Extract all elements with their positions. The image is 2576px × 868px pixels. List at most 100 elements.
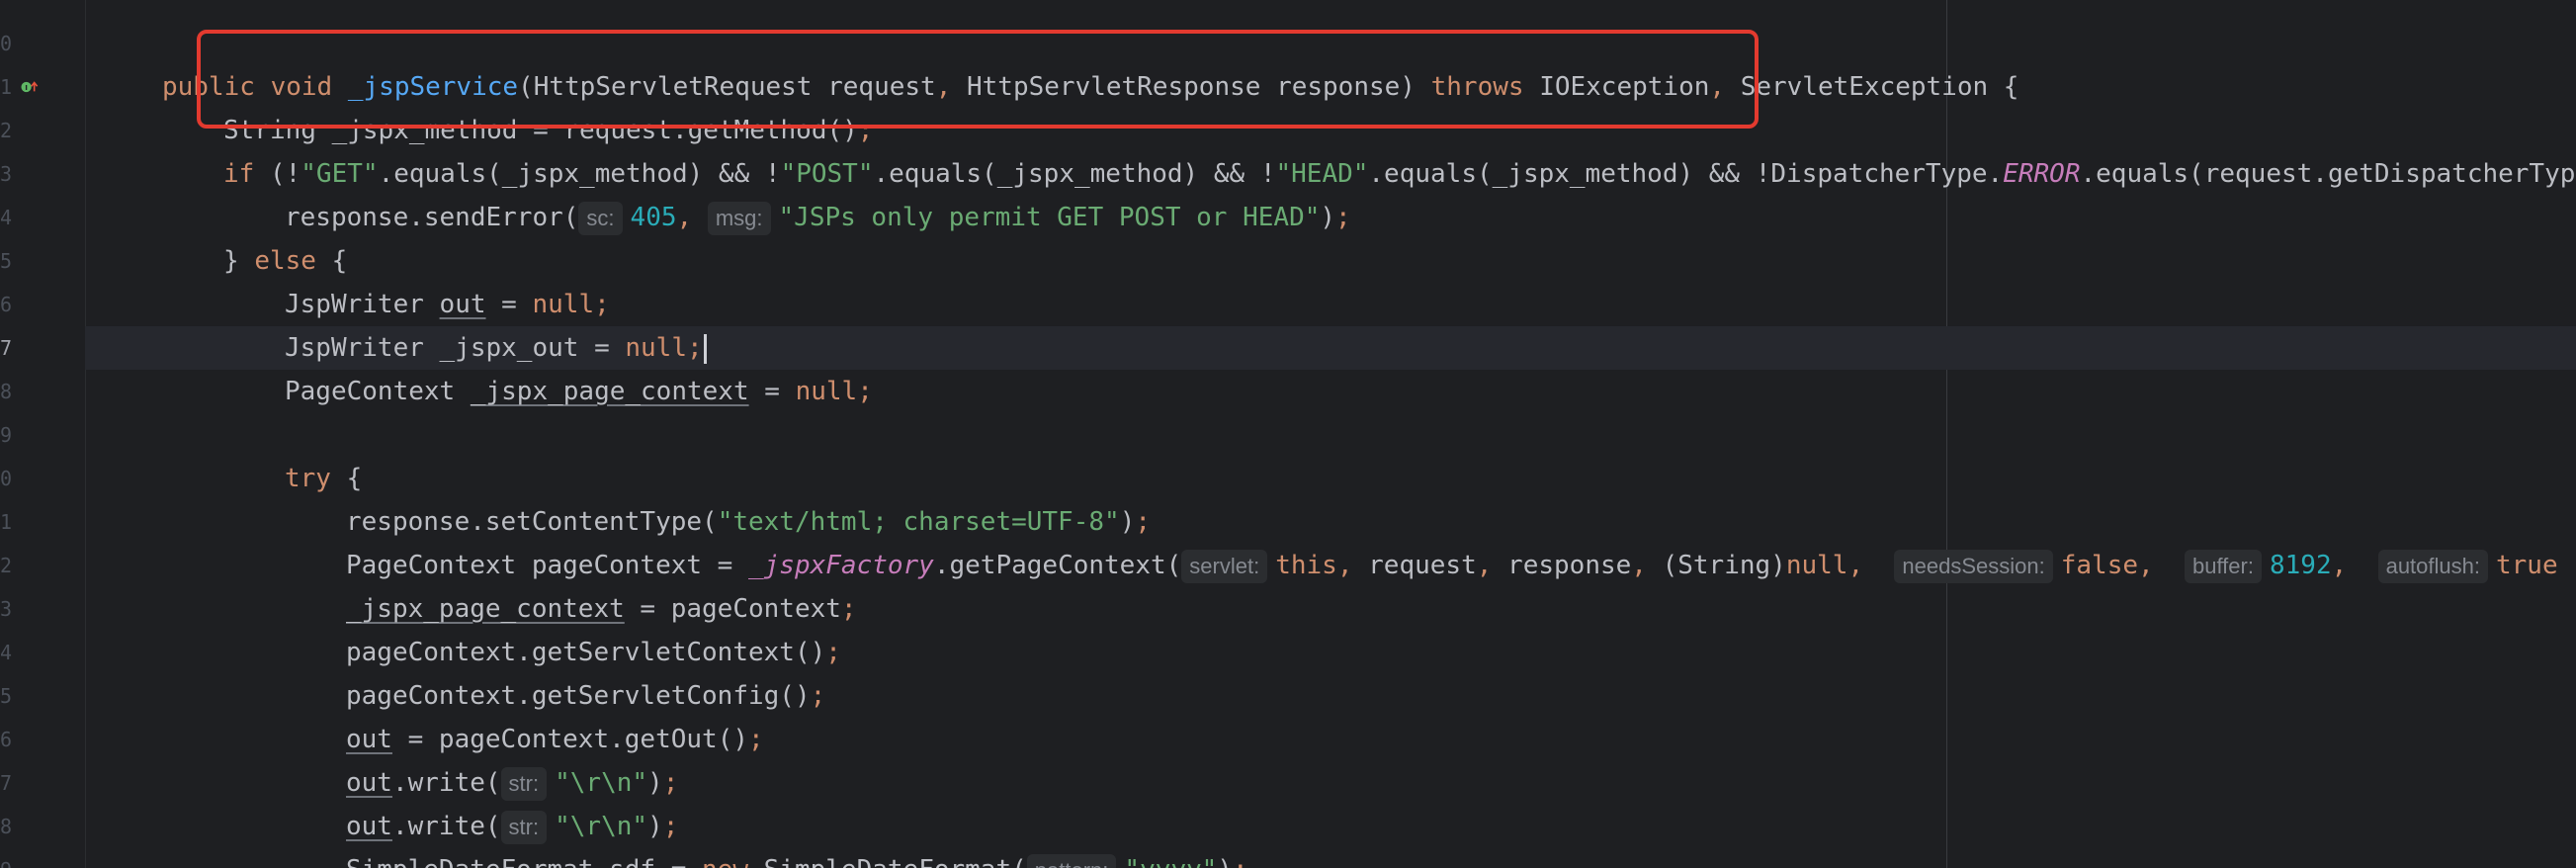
line-number: 8 <box>0 380 13 403</box>
code-token: pageContext.getServletContext() <box>346 638 826 667</box>
code-line[interactable]: 0 try { <box>0 457 2576 500</box>
code-token: .equals(_jspx_method) && !DispatcherType… <box>1368 159 2004 189</box>
line-number: 0 <box>0 32 13 55</box>
code-token: false <box>2060 551 2139 580</box>
code-line[interactable]: 5} else { <box>0 239 2576 283</box>
code-line[interactable]: 3 if (!"GET".equals(_jspx_method) && !"PO… <box>0 152 2576 196</box>
code-line[interactable]: 3 _jspx_page_context = pageContext; <box>0 587 2576 631</box>
code-line[interactable]: 4 response.sendError(sc: 405, msg: "JSPs on… <box>0 196 2576 239</box>
code-token: , <box>2138 551 2185 580</box>
line-number: 6 <box>0 728 13 751</box>
code-token: 405 <box>630 203 677 232</box>
parameter-hint: autoflush: <box>2377 550 2488 583</box>
code-token: .equals(_jspx_method) && ! <box>873 159 1276 189</box>
code-token: { <box>331 246 348 276</box>
code-token: response.sendError( <box>285 203 579 232</box>
line-number: 6 <box>0 293 13 316</box>
code-token: out <box>346 768 392 798</box>
line-number: 9 <box>0 423 13 447</box>
code-line[interactable]: 9 <box>0 413 2576 457</box>
line-number: 2 <box>0 554 13 577</box>
line-number: 1 <box>0 510 13 534</box>
code-token: , <box>2331 551 2378 580</box>
code-line[interactable]: 8 out.write(str: "\r\n"); <box>0 805 2576 848</box>
code-token: ) <box>1217 855 1233 868</box>
code-token: JspWriter _jspx_out = <box>285 333 626 363</box>
code-text: pageContext.getServletConfig(); <box>346 674 825 718</box>
line-number: 7 <box>0 336 13 360</box>
code-token: PageContext pageContext = <box>346 551 748 580</box>
code-line[interactable]: 5 pageContext.getServletConfig(); <box>0 674 2576 718</box>
code-text: PageContext pageContext = _jspxFactory.g… <box>346 544 2558 587</box>
code-token: { <box>346 464 363 493</box>
code-token: "\r\n" <box>555 812 648 841</box>
code-token: "GET" <box>301 159 379 189</box>
code-line[interactable]: 2 PageContext pageContext = _jspxFactory.… <box>0 544 2576 587</box>
svg-text:I: I <box>25 83 28 92</box>
code-line[interactable]: 7 JspWriter _jspx_out = null; <box>0 326 2576 370</box>
code-token: ; <box>662 812 679 841</box>
code-token: _jspxFactory <box>748 551 934 580</box>
code-line[interactable]: 4 pageContext.getServletContext(); <box>0 631 2576 674</box>
code-line[interactable]: 9 SimpleDateFormat sdf = new SimpleDateFo… <box>0 848 2576 868</box>
code-text: _jspx_page_context = pageContext; <box>346 587 857 631</box>
line-number: 4 <box>0 641 13 664</box>
code-token: , <box>1336 551 1369 580</box>
code-line[interactable]: 8 PageContext _jspx_page_context = null; <box>0 370 2576 413</box>
code-token: .equals(_jspx_method) && ! <box>378 159 781 189</box>
code-token: pageContext.getServletConfig() <box>346 681 811 711</box>
code-editor[interactable]: 0 1 Ipublic void _jspService(HttpServletRe… <box>0 0 2576 868</box>
code-token: = <box>485 290 533 319</box>
line-number: 4 <box>0 206 13 229</box>
code-token: PageContext <box>285 377 471 406</box>
code-token: else <box>254 246 332 276</box>
code-token: .equals(request.getDispatcherType <box>2080 159 2576 189</box>
code-text: out.write(str: "\r\n"); <box>346 761 678 805</box>
code-token: ; <box>1335 203 1351 232</box>
code-token: = <box>748 377 796 406</box>
line-number: 2 <box>0 119 13 142</box>
annotation-highlight-box <box>197 30 1759 129</box>
code-text: JspWriter out = null; <box>285 283 610 326</box>
code-line[interactable]: 6 out = pageContext.getOut(); <box>0 718 2576 761</box>
code-token: out <box>346 725 392 754</box>
code-token: = pageContext <box>624 594 841 624</box>
code-line[interactable]: 7 out.write(str: "\r\n"); <box>0 761 2576 805</box>
code-token: (! <box>269 159 301 189</box>
code-token: if <box>223 159 270 189</box>
code-token: (String) <box>1662 551 1786 580</box>
code-token: ; <box>810 681 826 711</box>
line-number: 9 <box>0 848 12 868</box>
code-token: _jspx_page_context <box>470 377 749 406</box>
code-token: , <box>1631 551 1663 580</box>
code-token: , <box>1847 551 1895 580</box>
code-token: .write( <box>391 768 501 798</box>
text-caret <box>703 333 707 364</box>
code-line[interactable]: 1 response.setContentType("text/html; cha… <box>0 500 2576 544</box>
code-token: ; <box>748 725 764 754</box>
code-token: } <box>223 246 255 276</box>
code-token: null; <box>532 290 610 319</box>
code-text: out.write(str: "\r\n"); <box>346 805 678 848</box>
code-text: response.sendError(sc: 405, msg: "JSPs onl… <box>285 196 1351 239</box>
code-token: ServletException { <box>1740 72 2019 102</box>
code-token: JspWriter <box>285 290 440 319</box>
code-token: "JSPs only permit GET POST or HEAD" <box>778 203 1321 232</box>
code-token: response.setContentType( <box>346 507 718 537</box>
code-token: null; <box>625 333 703 363</box>
code-token: response <box>1507 551 1632 580</box>
code-token: ; <box>662 768 679 798</box>
code-token: out <box>346 812 392 841</box>
parameter-hint: msg: <box>707 202 771 235</box>
code-token: , <box>1476 551 1508 580</box>
code-area[interactable]: 0 1 Ipublic void _jspService(HttpServletRe… <box>0 22 2576 868</box>
line-number: 3 <box>0 162 13 186</box>
parameter-hint: sc: <box>578 202 623 235</box>
code-line[interactable]: 6 JspWriter out = null; <box>0 283 2576 326</box>
code-token: "\r\n" <box>555 768 648 798</box>
code-token: request <box>1368 551 1477 580</box>
code-token: SimpleDateFormat sdf = <box>346 855 702 868</box>
parameter-hint: needsSession: <box>1894 550 2053 583</box>
code-token: , <box>676 203 708 232</box>
implements-method-icon[interactable]: I <box>20 76 42 98</box>
